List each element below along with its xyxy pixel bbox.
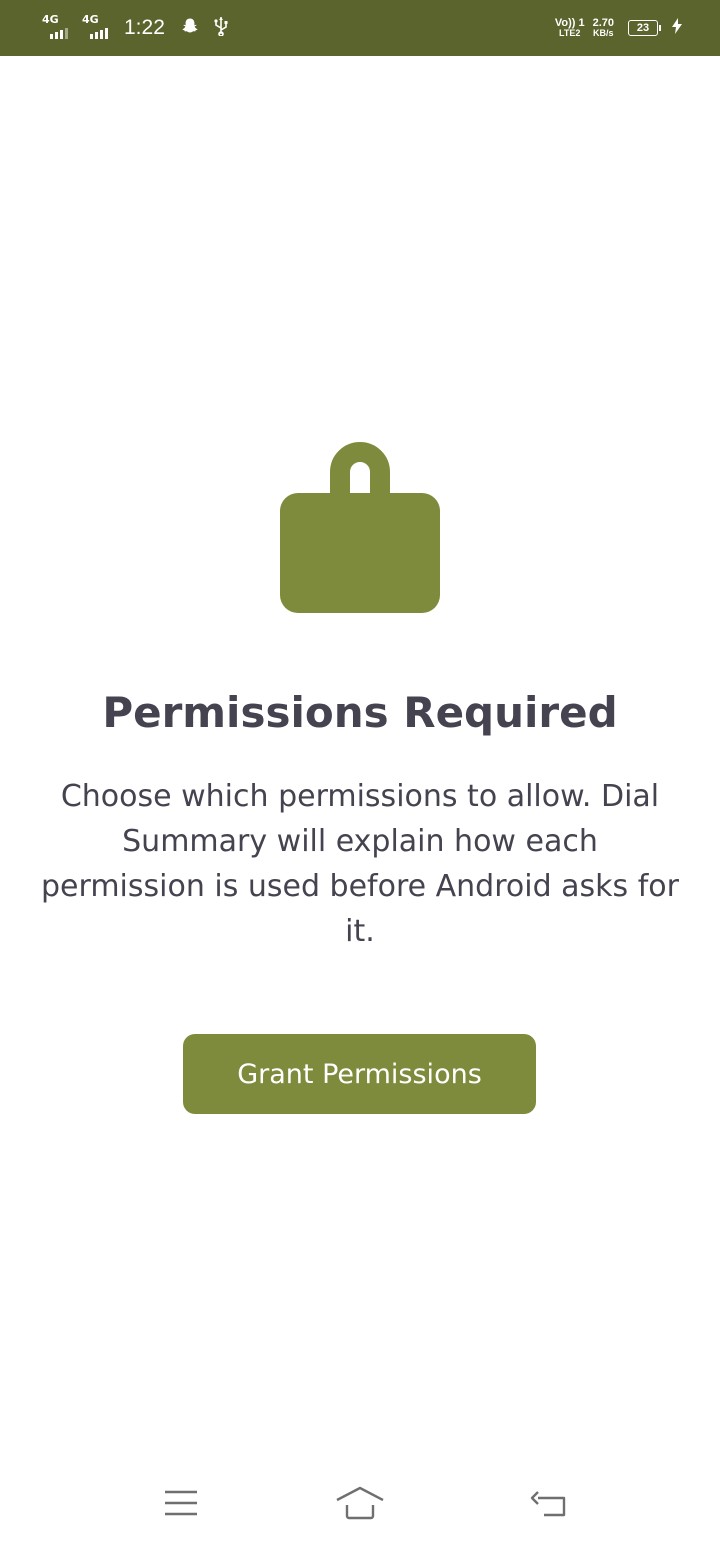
network-speed: 2.70 KB/s <box>592 17 614 39</box>
volte-top-label: Vo)) 1 <box>554 17 585 29</box>
page-title: Permissions Required <box>102 688 618 737</box>
battery-level: 23 <box>636 22 650 34</box>
status-bar: 4G 4G 1:22 Vo)) 1 LTE2 2.70 KB/s 23 <box>0 0 720 56</box>
status-time: 1:22 <box>124 16 165 39</box>
snapchat-icon <box>181 17 199 39</box>
sim2-network-label: 4G <box>82 13 99 26</box>
charging-icon <box>672 18 682 38</box>
sim1-signal-icon: 4G <box>40 13 74 43</box>
network-speed-value: 2.70 <box>592 17 614 29</box>
volte-indicator: Vo)) 1 LTE2 <box>554 17 585 39</box>
network-speed-unit: KB/s <box>593 28 614 38</box>
status-bar-right: Vo)) 1 LTE2 2.70 KB/s 23 <box>555 0 682 56</box>
menu-icon[interactable] <box>151 1478 211 1528</box>
grant-permissions-button[interactable]: Grant Permissions <box>183 1034 536 1114</box>
volte-bottom-label: LTE2 <box>559 28 581 38</box>
usb-icon <box>213 16 229 40</box>
lock-icon <box>280 432 440 614</box>
home-icon[interactable] <box>330 1478 390 1528</box>
sim1-network-label: 4G <box>42 13 59 26</box>
back-icon[interactable] <box>519 1478 579 1528</box>
navigation-bar <box>0 1464 720 1544</box>
permissions-description: Choose which permissions to allow. Dial … <box>41 779 679 949</box>
battery-icon: 23 <box>628 20 661 36</box>
status-bar-left: 4G 4G 1:22 <box>40 0 243 56</box>
sim2-signal-icon: 4G <box>80 13 114 43</box>
